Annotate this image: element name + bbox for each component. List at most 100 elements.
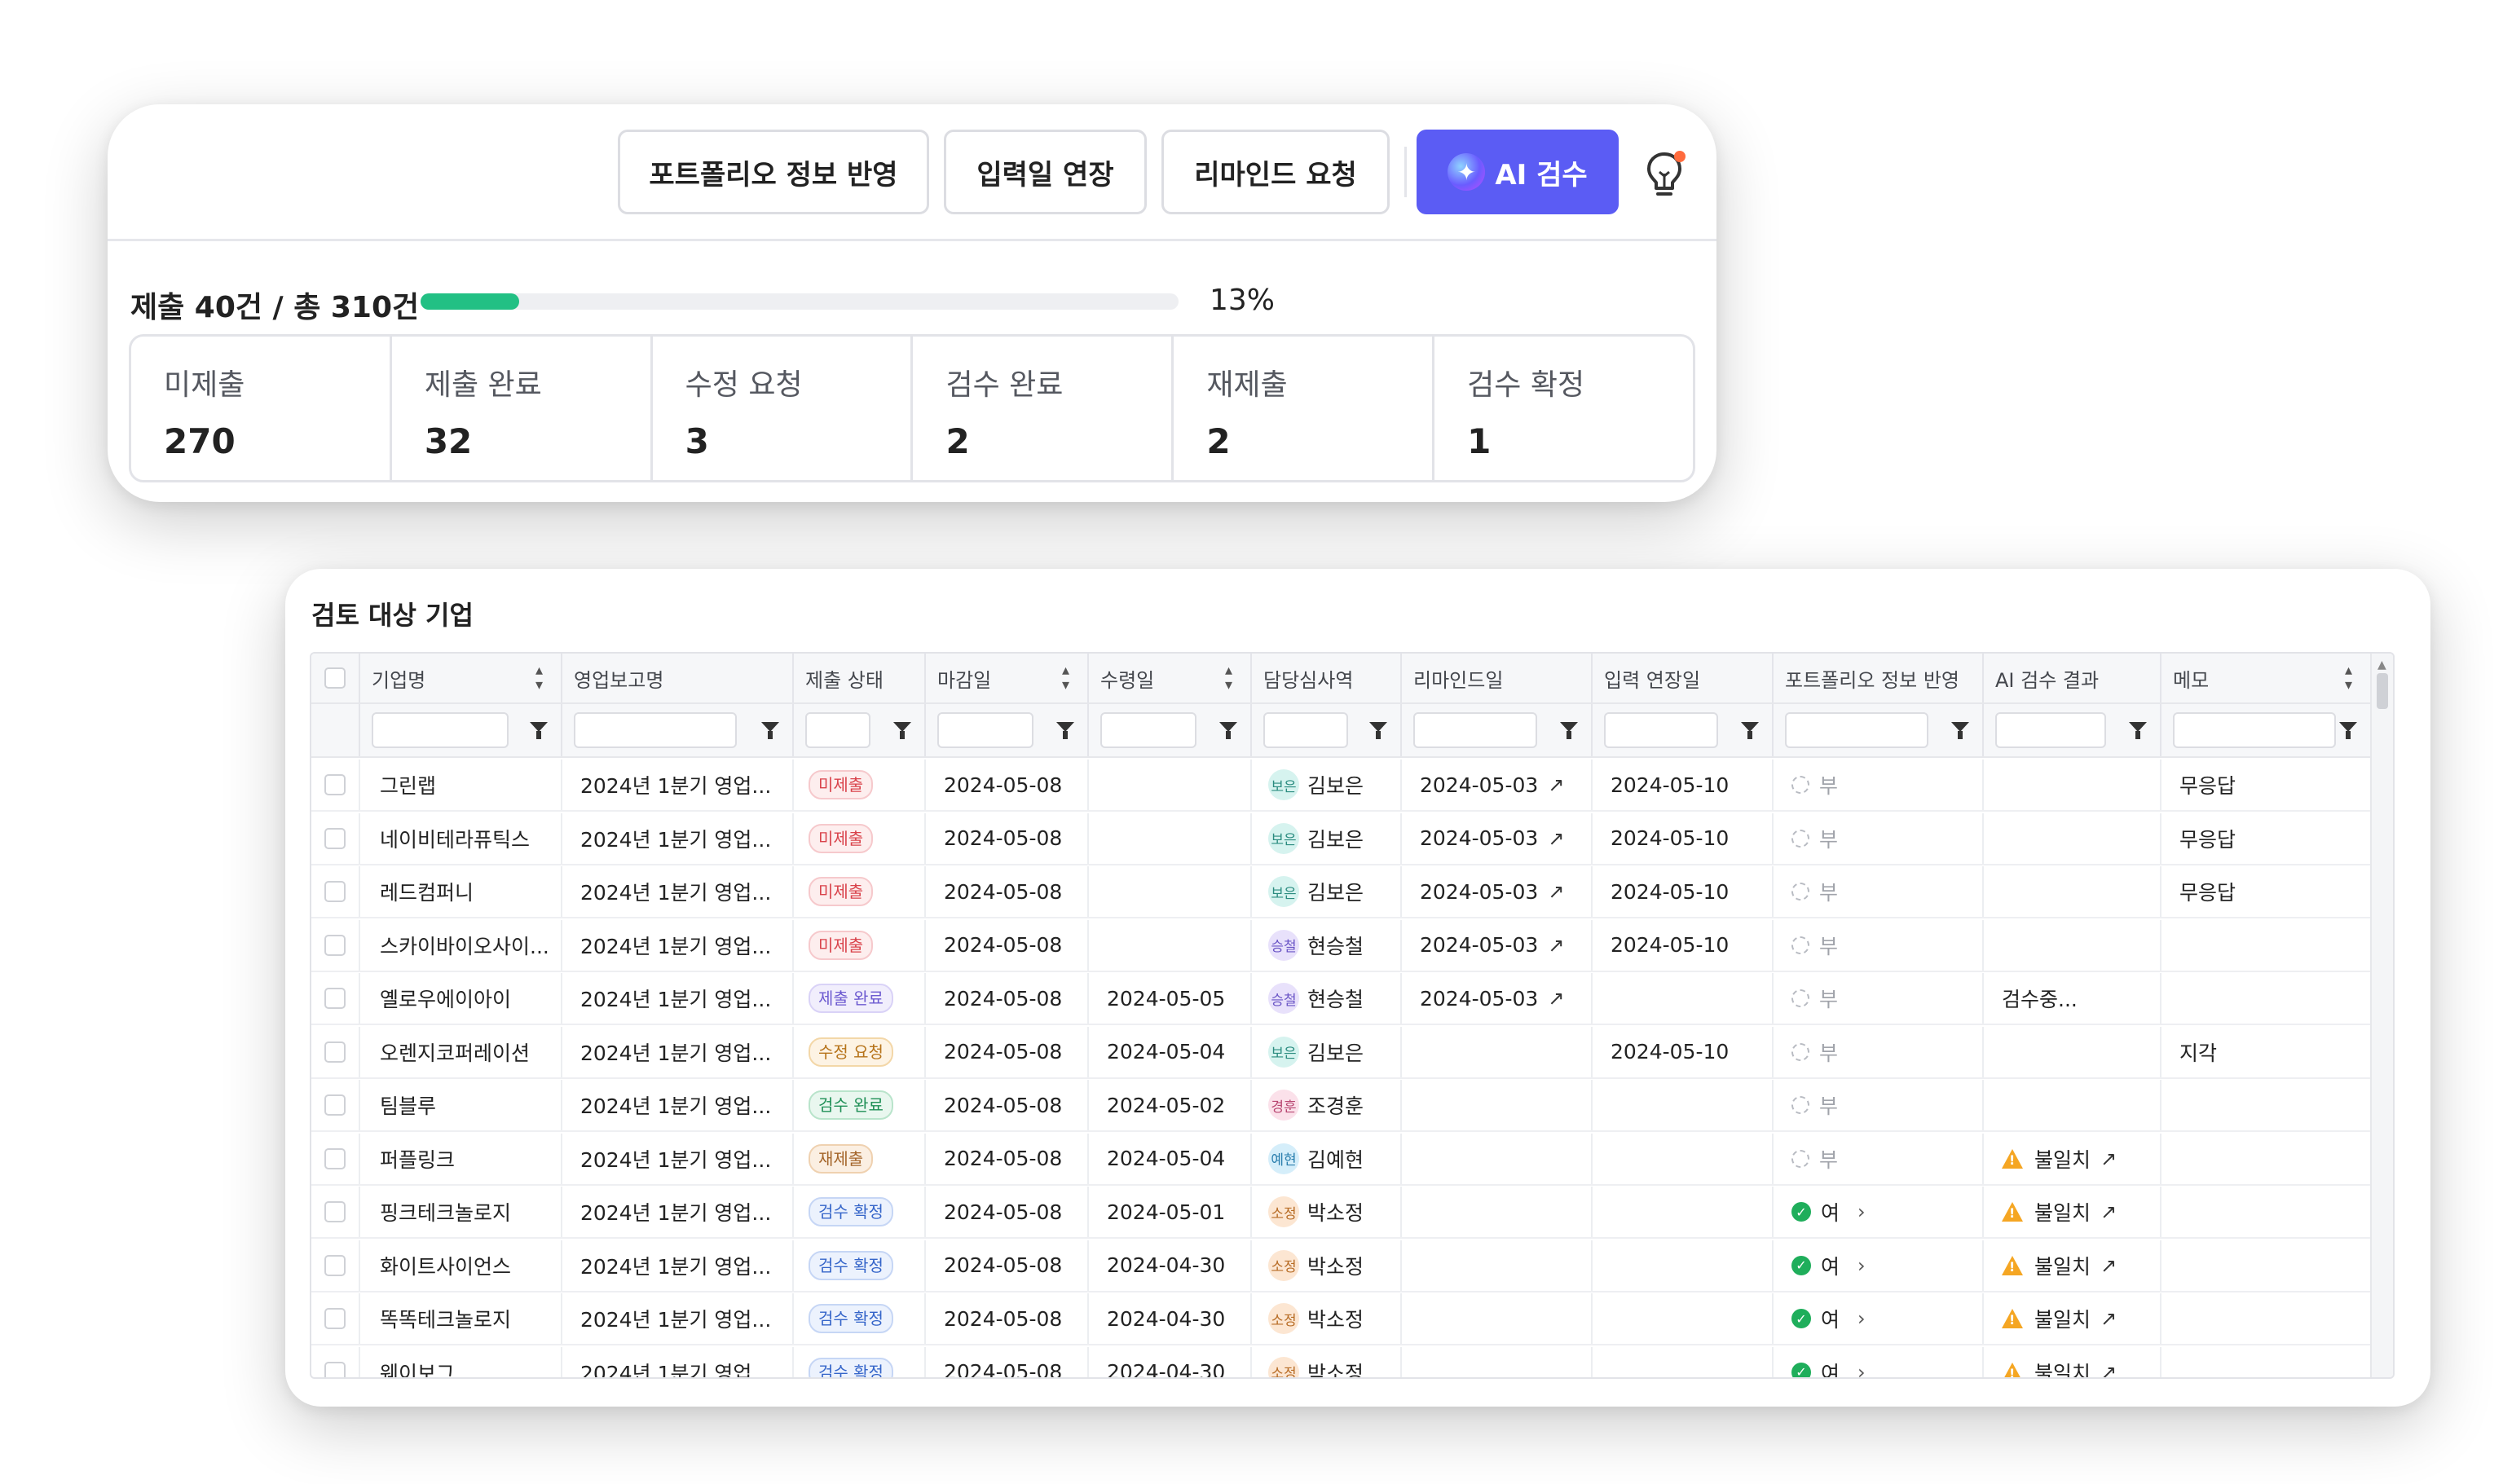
- table-row[interactable]: 핑크테크놀로지 2024년 1분기 영업... 검수 확정 2024-05-08…: [311, 1187, 2372, 1239]
- stat-submitted[interactable]: 제출 완료 32: [392, 337, 653, 480]
- column-header-received[interactable]: 수령일 ▴ ▾: [1089, 654, 1252, 702]
- company-cell[interactable]: 똑똑테크놀로지: [360, 1293, 562, 1344]
- scroll-thumb[interactable]: [2377, 673, 2388, 709]
- stat-resubmitted[interactable]: 재제출 2: [1174, 337, 1435, 480]
- filter-input[interactable]: [1263, 712, 1348, 748]
- row-checkbox[interactable]: [324, 934, 346, 956]
- ai-review-button[interactable]: ✦ AI 검수: [1417, 130, 1619, 214]
- filter-input[interactable]: [1995, 712, 2106, 748]
- report-cell[interactable]: 2024년 1분기 영업...: [562, 919, 794, 971]
- company-cell[interactable]: 퍼플링크: [360, 1133, 562, 1184]
- filter-icon[interactable]: [893, 722, 911, 739]
- filter-input[interactable]: [372, 712, 509, 748]
- row-checkbox[interactable]: [324, 1094, 346, 1116]
- chevron-right-icon[interactable]: ›: [1857, 1200, 1866, 1223]
- extend-input-date-button[interactable]: 입력일 연장: [944, 130, 1147, 214]
- external-link-icon[interactable]: ↗: [2100, 1200, 2117, 1223]
- company-cell[interactable]: 옐로우에이아이: [360, 973, 562, 1024]
- column-header-ai-result[interactable]: AI 검수 결과: [1984, 654, 2161, 702]
- company-cell[interactable]: 그린랩: [360, 760, 562, 810]
- column-header-report[interactable]: 영업보고명: [562, 654, 794, 702]
- report-cell[interactable]: 2024년 1분기 영업...: [562, 1293, 794, 1344]
- external-link-icon[interactable]: ↗: [2100, 1254, 2117, 1277]
- report-cell[interactable]: 2024년 1분기 영업...: [562, 1133, 794, 1184]
- external-link-icon[interactable]: ↗: [2100, 1307, 2117, 1330]
- row-checkbox[interactable]: [324, 1201, 346, 1222]
- column-header-memo[interactable]: 메모 ▴ ▾: [2161, 654, 2372, 702]
- filter-input[interactable]: [937, 712, 1033, 748]
- company-cell[interactable]: 화이트사이언스: [360, 1240, 562, 1291]
- filter-icon[interactable]: [1741, 722, 1759, 739]
- external-link-icon[interactable]: ↗: [1548, 773, 1564, 796]
- report-cell[interactable]: 2024년 1분기 영업...: [562, 1026, 794, 1077]
- table-row[interactable]: 오렌지코퍼레이션 2024년 1분기 영업... 수정 요청 2024-05-0…: [311, 1026, 2372, 1079]
- filter-input[interactable]: [574, 712, 737, 748]
- row-checkbox[interactable]: [324, 1361, 346, 1377]
- report-cell[interactable]: 2024년 1분기 영업...: [562, 1187, 794, 1237]
- row-checkbox[interactable]: [324, 988, 346, 1009]
- table-row[interactable]: 네이비테라퓨틱스 2024년 1분기 영업... 미제출 2024-05-08 …: [311, 812, 2372, 865]
- company-cell[interactable]: 스카이바이오사이...: [360, 919, 562, 971]
- scroll-up-icon[interactable]: ▲: [2377, 658, 2386, 672]
- stat-not-submitted[interactable]: 미제출 270: [131, 337, 392, 480]
- table-row[interactable]: 옐로우에이아이 2024년 1분기 영업... 제출 완료 2024-05-08…: [311, 973, 2372, 1025]
- company-cell[interactable]: 웨이보그: [360, 1346, 562, 1377]
- sort-icon[interactable]: ▴ ▾: [1062, 663, 1069, 693]
- row-checkbox[interactable]: [324, 827, 346, 849]
- filter-input[interactable]: [1413, 712, 1537, 748]
- table-row[interactable]: 팀블루 2024년 1분기 영업... 검수 완료 2024-05-08 202…: [311, 1080, 2372, 1132]
- chevron-right-icon[interactable]: ›: [1857, 1254, 1866, 1277]
- filter-input[interactable]: [1604, 712, 1718, 748]
- report-cell[interactable]: 2024년 1분기 영업...: [562, 866, 794, 917]
- column-header-status[interactable]: 제출 상태: [794, 654, 926, 702]
- row-checkbox[interactable]: [324, 1254, 346, 1276]
- table-scrollbar[interactable]: ▲: [2370, 654, 2393, 1377]
- table-row[interactable]: 똑똑테크놀로지 2024년 1분기 영업... 검수 확정 2024-05-08…: [311, 1293, 2372, 1345]
- apply-portfolio-button[interactable]: 포트폴리오 정보 반영: [618, 130, 929, 214]
- stat-review-complete[interactable]: 검수 완료 2: [913, 337, 1174, 480]
- filter-icon[interactable]: [1951, 722, 1969, 739]
- remind-request-button[interactable]: 리마인드 요청: [1161, 130, 1390, 214]
- company-cell[interactable]: 오렌지코퍼레이션: [360, 1026, 562, 1077]
- column-header-company[interactable]: 기업명 ▴ ▾: [360, 654, 562, 702]
- filter-input[interactable]: [1100, 712, 1196, 748]
- sort-icon[interactable]: ▴ ▾: [1225, 663, 1232, 693]
- report-cell[interactable]: 2024년 1분기 영업...: [562, 1080, 794, 1130]
- company-cell[interactable]: 팀블루: [360, 1080, 562, 1130]
- external-link-icon[interactable]: ↗: [2100, 1361, 2117, 1378]
- table-row[interactable]: 스카이바이오사이... 2024년 1분기 영업... 미제출 2024-05-…: [311, 919, 2372, 972]
- chevron-right-icon[interactable]: ›: [1857, 1361, 1866, 1378]
- table-row[interactable]: 퍼플링크 2024년 1분기 영업... 재제출 2024-05-08 2024…: [311, 1133, 2372, 1186]
- report-cell[interactable]: 2024년 1분기 영업...: [562, 973, 794, 1024]
- filter-icon[interactable]: [761, 722, 779, 739]
- table-row[interactable]: 웨이보그 2024년 1분기 영업... 검수 확정 2024-05-08 20…: [311, 1346, 2372, 1378]
- company-cell[interactable]: 핑크테크놀로지: [360, 1187, 562, 1237]
- column-header-extend[interactable]: 입력 연장일: [1593, 654, 1774, 702]
- stat-revision-requested[interactable]: 수정 요청 3: [653, 337, 914, 480]
- select-all-checkbox[interactable]: [324, 667, 346, 689]
- chevron-right-icon[interactable]: ›: [1857, 1307, 1866, 1330]
- column-header-remind[interactable]: 리마인드일: [1402, 654, 1593, 702]
- filter-input[interactable]: [805, 712, 870, 748]
- external-link-icon[interactable]: ↗: [2100, 1147, 2117, 1170]
- column-header-reviewer[interactable]: 담당심사역: [1252, 654, 1402, 702]
- row-checkbox[interactable]: [324, 1147, 346, 1169]
- table-row[interactable]: 화이트사이언스 2024년 1분기 영업... 검수 확정 2024-05-08…: [311, 1240, 2372, 1292]
- row-checkbox[interactable]: [324, 774, 346, 795]
- filter-input[interactable]: [1785, 712, 1928, 748]
- external-link-icon[interactable]: ↗: [1548, 827, 1564, 850]
- external-link-icon[interactable]: ↗: [1548, 934, 1564, 957]
- filter-input[interactable]: [2173, 712, 2336, 748]
- filter-icon[interactable]: [1056, 722, 1074, 739]
- sort-icon[interactable]: ▴ ▾: [535, 663, 543, 693]
- table-row[interactable]: 그린랩 2024년 1분기 영업... 미제출 2024-05-08 보은 김보…: [311, 760, 2372, 812]
- sort-icon[interactable]: ▴ ▾: [2345, 663, 2352, 693]
- report-cell[interactable]: 2024년 1분기 영업...: [562, 1346, 794, 1377]
- filter-icon[interactable]: [1369, 722, 1387, 739]
- company-cell[interactable]: 네이비테라퓨틱스: [360, 812, 562, 864]
- row-checkbox[interactable]: [324, 1041, 346, 1063]
- table-row[interactable]: 레드컴퍼니 2024년 1분기 영업... 미제출 2024-05-08 보은 …: [311, 866, 2372, 918]
- filter-icon[interactable]: [1219, 722, 1237, 739]
- stat-review-confirmed[interactable]: 검수 확정 1: [1434, 337, 1693, 480]
- external-link-icon[interactable]: ↗: [1548, 987, 1564, 1010]
